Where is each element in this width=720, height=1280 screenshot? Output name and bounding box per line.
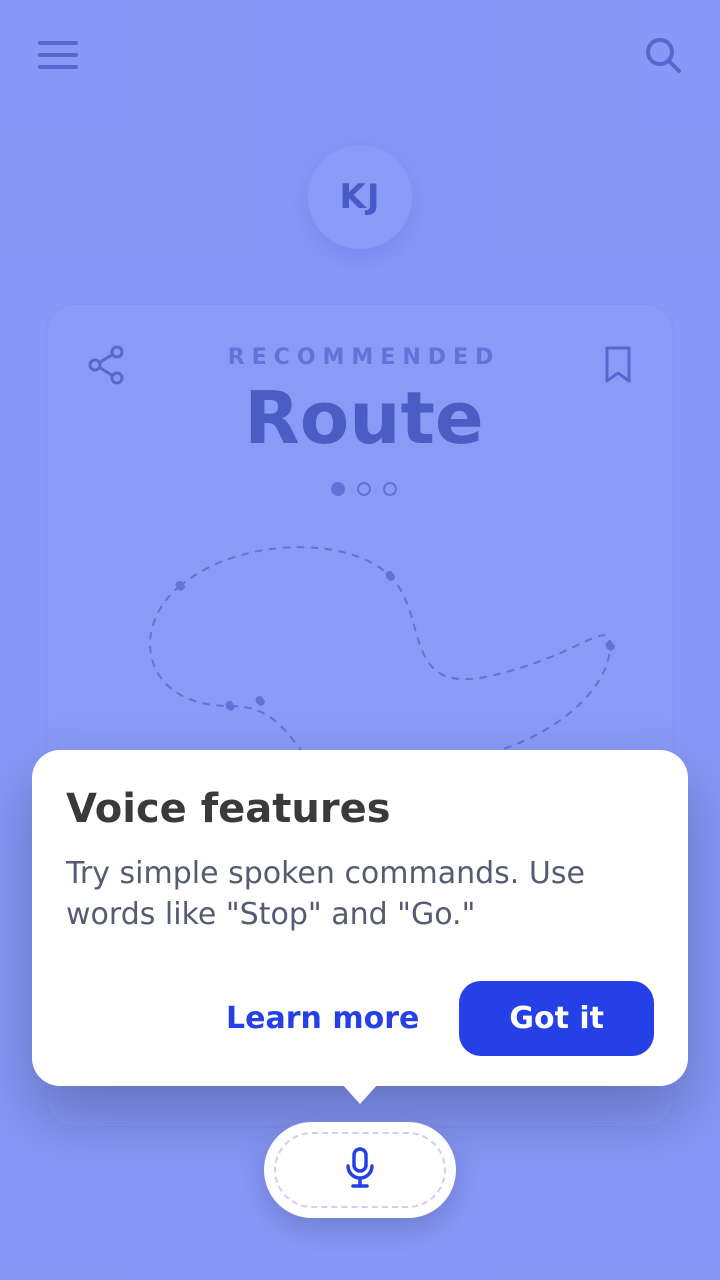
popover-body: Try simple spoken commands. Use words li… [66,854,654,935]
mic-icon [343,1146,377,1194]
voice-mic-button[interactable] [264,1122,456,1218]
voice-features-popover: Voice features Try simple spoken command… [32,750,688,1086]
got-it-button[interactable]: Got it [459,981,654,1056]
popover-title: Voice features [66,786,654,832]
learn-more-button[interactable]: Learn more [226,1001,419,1036]
popover-actions: Learn more Got it [66,981,654,1056]
